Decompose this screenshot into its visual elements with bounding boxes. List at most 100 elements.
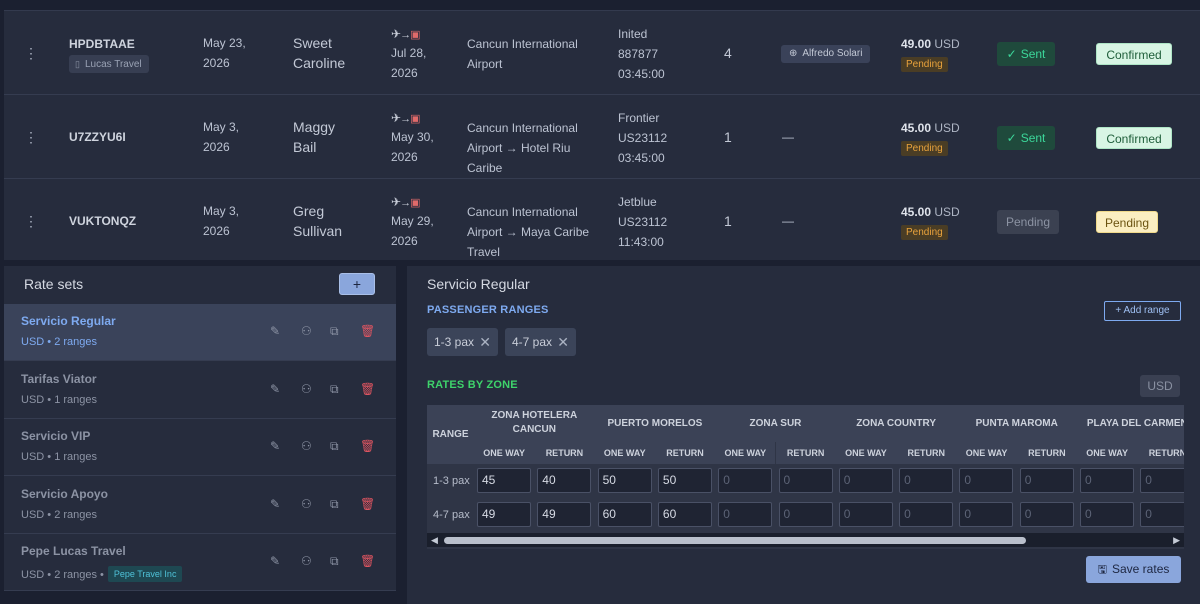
- edit-icon[interactable]: ✎: [270, 554, 280, 568]
- rate-input[interactable]: 0: [838, 502, 893, 527]
- assign-user-icon[interactable]: ⚇: [301, 382, 312, 396]
- duplicate-icon[interactable]: ⧉: [330, 439, 339, 453]
- row-actions-icon[interactable]: ⋮: [24, 130, 38, 144]
- rate-set-editor: Servicio Regular PASSENGER RANGES + Add …: [407, 266, 1200, 604]
- rate-input[interactable]: 0: [1080, 468, 1134, 493]
- trip-date: Jul 28,: [391, 46, 427, 60]
- return-header: RETURN: [654, 442, 716, 464]
- rate-set-item[interactable]: Servicio Apoyo USD • 2 ranges ✎ ⚇ ⧉ 🗑: [4, 477, 396, 534]
- add-range-button[interactable]: + Add range: [1104, 301, 1181, 321]
- return-header: RETURN: [534, 442, 595, 464]
- rate-set-summary: USD • 1 ranges: [21, 451, 97, 463]
- delete-icon[interactable]: 🗑: [360, 554, 375, 568]
- driver-chip[interactable]: ⊕ Alfredo Solari: [781, 45, 871, 63]
- rate-input[interactable]: 0: [899, 502, 954, 527]
- booking-row[interactable]: ⋮ VUKTONQZ May 3, 2026 Greg Sullivan ✈→▣ May 29…: [4, 179, 1200, 263]
- rate-set-item[interactable]: Servicio Regular USD • 2 ranges ✎ ⚇ ⧉ 🗑: [4, 304, 396, 361]
- rate-input[interactable]: 60: [597, 502, 652, 527]
- booking-status-badge[interactable]: Pending: [1096, 211, 1158, 233]
- edit-icon[interactable]: ✎: [270, 439, 280, 453]
- rate-input[interactable]: 0: [1140, 502, 1184, 527]
- duplicate-icon[interactable]: ⧉: [330, 554, 339, 568]
- payment-status-badge: Pending: [901, 141, 948, 156]
- rate-input[interactable]: 0: [1140, 468, 1184, 493]
- rate-input[interactable]: 0: [1080, 502, 1134, 527]
- range-chip[interactable]: 4-7 pax ✕: [505, 328, 576, 356]
- rate-input[interactable]: 0: [959, 468, 1014, 493]
- scroll-thumb[interactable]: [444, 537, 1026, 544]
- rate-input[interactable]: 0: [718, 502, 773, 527]
- range-chip[interactable]: 1-3 pax ✕: [427, 328, 498, 356]
- rate-input[interactable]: 49: [477, 502, 531, 527]
- price: 45.00 USD: [901, 202, 960, 222]
- rates-grid-scrollbar[interactable]: ◀ ▶: [427, 533, 1184, 547]
- rate-input[interactable]: 0: [718, 468, 773, 493]
- add-rate-set-button[interactable]: +: [339, 273, 375, 295]
- price-currency: USD: [934, 205, 960, 219]
- booking-code: HPDBTAAE: [69, 37, 135, 51]
- price: 49.00 USD: [901, 34, 960, 54]
- rate-input[interactable]: 45: [477, 468, 531, 493]
- trip-date: May 30,: [391, 130, 434, 144]
- row-actions-icon[interactable]: ⋮: [24, 214, 38, 228]
- edit-icon[interactable]: ✎: [270, 382, 280, 396]
- route-line: Caribe: [467, 161, 503, 175]
- assign-user-icon[interactable]: ⚇: [301, 497, 312, 511]
- price: 45.00 USD: [901, 118, 960, 138]
- rate-set-item[interactable]: Tarifas Viator USD • 1 ranges ✎ ⚇ ⧉ 🗑: [4, 362, 396, 419]
- duplicate-icon[interactable]: ⧉: [330, 497, 339, 511]
- rates-by-zone-label: RATES BY ZONE: [427, 379, 518, 391]
- scroll-right-icon[interactable]: ▶: [1173, 535, 1180, 546]
- duplicate-icon[interactable]: ⧉: [330, 382, 339, 396]
- rate-input[interactable]: 0: [778, 468, 833, 493]
- passenger-first-name: Maggy: [293, 119, 336, 135]
- rate-input[interactable]: 0: [1019, 502, 1074, 527]
- scroll-left-icon[interactable]: ◀: [431, 535, 438, 546]
- assign-user-icon[interactable]: ⚇: [301, 439, 312, 453]
- booking-date: May 3,: [203, 204, 240, 218]
- trip-type-icon: ✈→▣: [391, 112, 421, 125]
- booking-status-badge[interactable]: Confirmed: [1096, 43, 1172, 65]
- price-amount: 45.00: [901, 205, 932, 219]
- driver-name: Alfredo Solari: [802, 48, 863, 59]
- delete-icon[interactable]: 🗑: [360, 439, 375, 453]
- rate-input[interactable]: 0: [1019, 468, 1074, 493]
- rate-input[interactable]: 50: [597, 468, 652, 493]
- rate-input[interactable]: 0: [838, 468, 893, 493]
- agency-name: Lucas Travel: [84, 59, 142, 70]
- remove-range-icon[interactable]: ✕: [479, 328, 491, 356]
- hotel-icon: ▣: [410, 29, 420, 41]
- booking-status-badge[interactable]: Confirmed: [1096, 127, 1172, 149]
- range-chip-label: 1-3 pax: [434, 335, 475, 349]
- remove-range-icon[interactable]: ✕: [557, 328, 569, 356]
- delete-icon[interactable]: 🗑: [360, 497, 375, 511]
- edit-icon[interactable]: ✎: [270, 324, 280, 338]
- rate-input[interactable]: 49: [537, 502, 592, 527]
- rate-input[interactable]: 40: [537, 468, 592, 493]
- zone-column-header: PUNTA MAROMA: [956, 405, 1077, 442]
- rate-input[interactable]: 60: [657, 502, 712, 527]
- rate-input[interactable]: 0: [778, 502, 833, 527]
- flight-line: 03:45:00: [618, 67, 665, 81]
- rate-set-item[interactable]: Servicio VIP USD • 1 ranges ✎ ⚇ ⧉ 🗑: [4, 419, 396, 476]
- booking-row[interactable]: ⋮ U7ZZYU6I May 3, 2026 Maggy Bail ✈→▣ May 30, 20…: [4, 95, 1200, 179]
- assign-user-icon[interactable]: ⚇: [301, 324, 312, 338]
- rate-input[interactable]: 50: [657, 468, 712, 493]
- return-header: RETURN: [896, 442, 957, 464]
- assign-user-icon[interactable]: ⚇: [301, 554, 312, 568]
- duplicate-icon[interactable]: ⧉: [330, 324, 339, 338]
- currency-badge: USD: [1140, 375, 1180, 397]
- rate-input[interactable]: 0: [959, 502, 1014, 527]
- row-actions-icon[interactable]: ⋮: [24, 46, 38, 60]
- route-line: Cancun International: [467, 205, 578, 219]
- delete-icon[interactable]: 🗑: [360, 382, 375, 396]
- rate-set-item[interactable]: Pepe Lucas Travel USD • 2 ranges • Pepe Tr…: [4, 534, 396, 591]
- delete-icon[interactable]: 🗑: [360, 324, 375, 338]
- zone-column-header: PLAYA DEL CARMEN: [1077, 405, 1184, 442]
- price-amount: 49.00: [901, 37, 932, 51]
- save-icon: 🖫: [1097, 564, 1107, 576]
- edit-icon[interactable]: ✎: [270, 497, 280, 511]
- save-rates-button[interactable]: 🖫 Save rates: [1086, 556, 1181, 583]
- booking-row[interactable]: ⋮ HPDBTAAE ▯ Lucas Travel May 23, 2026 Sweet Ca…: [4, 11, 1200, 95]
- rate-input[interactable]: 0: [899, 468, 954, 493]
